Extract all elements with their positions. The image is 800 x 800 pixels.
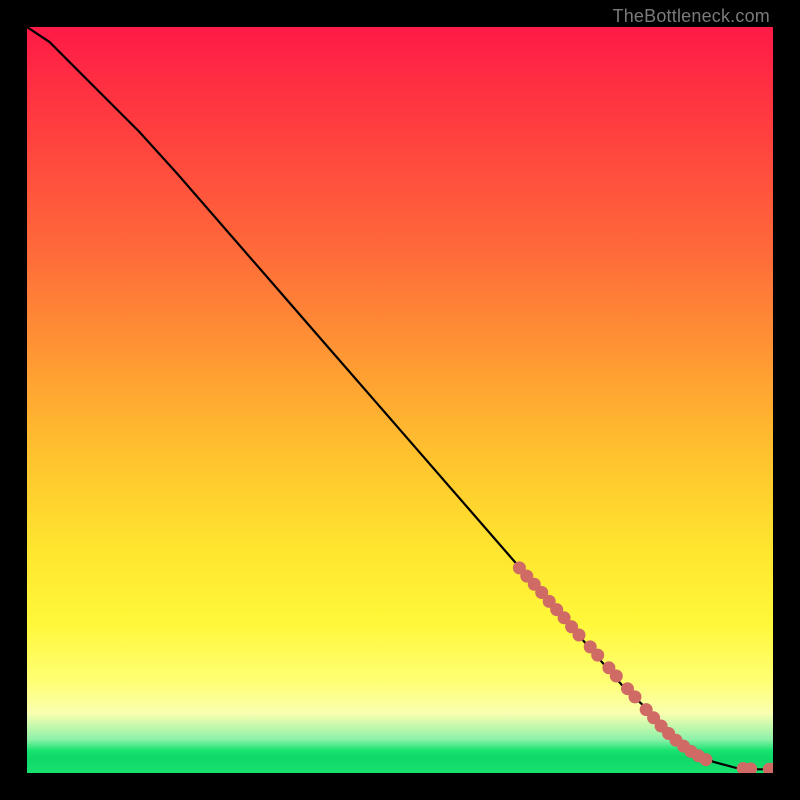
- scatter-dots: [513, 561, 773, 773]
- plot-area: [27, 27, 773, 773]
- chart-svg: [27, 27, 773, 773]
- scatter-dot: [699, 753, 712, 766]
- scatter-dot: [629, 690, 642, 703]
- curve-line: [27, 27, 773, 769]
- scatter-dot: [610, 670, 623, 683]
- attribution-label: TheBottleneck.com: [613, 6, 770, 27]
- scatter-dot: [573, 629, 586, 642]
- scatter-dot: [591, 649, 604, 662]
- chart-frame: TheBottleneck.com: [0, 0, 800, 800]
